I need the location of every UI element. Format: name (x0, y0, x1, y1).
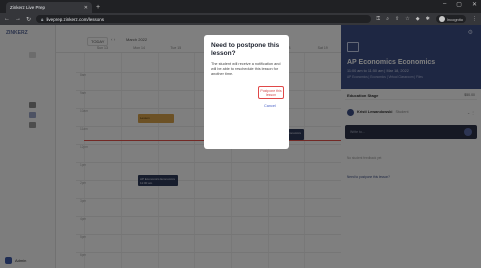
menu-icon[interactable]: ⋮ (472, 16, 477, 22)
new-tab-icon[interactable]: + (96, 2, 100, 13)
postpone-dialog: Need to postpone this lesson? The studen… (204, 35, 289, 149)
cancel-button[interactable]: Cancel (264, 104, 276, 108)
zoom-icon[interactable]: ⌕ (386, 16, 389, 22)
lock-icon: 🔒︎ (41, 16, 44, 22)
star-icon[interactable]: ☆ (405, 16, 409, 22)
browser-actions: ⚿ ⌕ ⇪ ☆ ◆ ✱ Incognito ⋮ (376, 15, 477, 23)
browser-tabbar: Zinkerz Live Prep ✕ + – ▢ ✕ (0, 0, 481, 13)
extension-icon[interactable]: ◆ (416, 16, 420, 22)
close-window-icon[interactable]: ✕ (472, 1, 477, 8)
close-tab-icon[interactable]: ✕ (84, 5, 88, 11)
maximize-icon[interactable]: ▢ (456, 1, 462, 8)
share-icon[interactable]: ⇪ (395, 16, 399, 22)
url-input[interactable]: 🔒︎ liveprep.zinkerz.com/lessons (36, 15, 372, 23)
reload-icon[interactable]: ↻ (26, 16, 31, 23)
incognito-badge[interactable]: Incognito (435, 15, 466, 23)
dialog-title: Need to postpone this lesson? (211, 42, 280, 57)
minimize-icon[interactable]: – (443, 1, 446, 8)
tab-title: Zinkerz Live Prep (10, 5, 46, 10)
key-icon[interactable]: ⚿ (376, 16, 380, 22)
dialog-body: The student will receive a notification … (211, 62, 281, 76)
back-icon[interactable]: ← (4, 16, 10, 22)
puzzle-icon[interactable]: ✱ (426, 16, 430, 22)
incognito-icon (438, 16, 445, 22)
postpone-lesson-button[interactable]: Postpone this lesson (258, 86, 284, 99)
url-text: liveprep.zinkerz.com/lessons (46, 16, 104, 22)
forward-icon[interactable]: → (15, 16, 21, 22)
incognito-label: Incognito (446, 16, 463, 22)
browser-tab[interactable]: Zinkerz Live Prep ✕ (6, 2, 92, 13)
window-controls: – ▢ ✕ (443, 1, 477, 8)
address-bar: ← → ↻ 🔒︎ liveprep.zinkerz.com/lessons ⚿ … (0, 13, 481, 25)
